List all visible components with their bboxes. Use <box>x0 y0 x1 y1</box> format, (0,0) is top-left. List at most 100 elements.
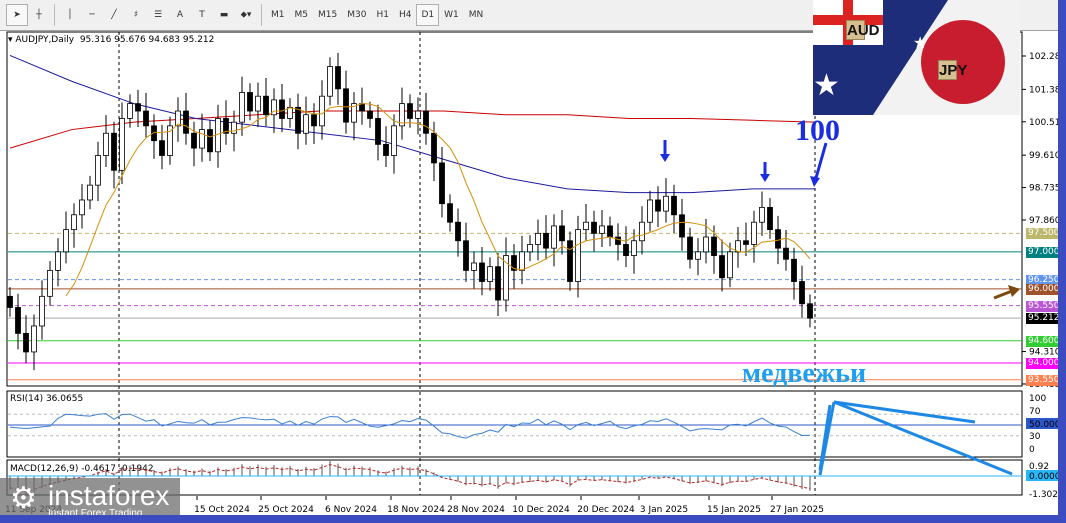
trend-line-tool[interactable]: ╱ <box>103 4 125 26</box>
candle-body <box>559 225 565 242</box>
macd-tick-label: -1.3022 <box>1029 490 1058 500</box>
text-tool[interactable]: A <box>169 4 191 26</box>
timeframe-h4[interactable]: H4 <box>394 4 417 26</box>
price-level-label: 95.550 <box>1026 300 1062 312</box>
candle-body <box>87 184 93 201</box>
candle-body <box>703 236 709 253</box>
gear-icon: ⚙ <box>10 481 37 516</box>
vertical-line-tool[interactable]: │ <box>59 4 81 26</box>
timeframe-m5[interactable]: M5 <box>290 4 314 26</box>
date-label: 28 Nov 2024 <box>447 505 505 515</box>
candle-body <box>183 110 189 134</box>
date-label: 15 Oct 2024 <box>194 505 250 515</box>
candle-body <box>47 269 53 297</box>
timeframe-group: M1 M5 M15 M30 H1 H4 D1 W1 MN <box>266 4 488 26</box>
candle-body <box>807 303 813 319</box>
cursor-tool[interactable]: ➤ <box>6 4 28 26</box>
crosshair-tool[interactable]: ┼ <box>28 4 50 26</box>
ma-period-annotation: 100 <box>795 114 840 147</box>
candle-body <box>71 214 77 231</box>
candle-body <box>479 262 485 282</box>
jpy-tiles: JPY <box>938 60 968 80</box>
candle-body <box>711 236 717 256</box>
candle-body <box>191 132 197 149</box>
price-level-label: 94.600 <box>1026 335 1062 347</box>
chart-title: ▾ AUDJPY,Daily 95.316 95.676 94.683 95.2… <box>8 35 215 45</box>
rsi-tick-label: 70 <box>1029 407 1041 417</box>
price-level-label: 97.500 <box>1026 228 1062 240</box>
date-label: 25 Oct 2024 <box>258 505 314 515</box>
date-label: 20 Dec 2024 <box>577 505 635 515</box>
date-label: 18 Nov 2024 <box>387 505 445 515</box>
candle-body <box>423 110 429 134</box>
symbol-label: AUDJPY,Daily <box>15 35 75 45</box>
ohlc-values: 95.316 95.676 94.683 95.212 <box>79 35 215 45</box>
candle-body <box>671 195 677 216</box>
timeframe-m30[interactable]: M30 <box>342 4 371 26</box>
timeframe-d1[interactable]: D1 <box>416 4 440 26</box>
price-level-label: 96.000 <box>1026 283 1062 295</box>
candle-body <box>367 110 373 119</box>
candle-body <box>119 118 125 171</box>
price-level-label: 94.000 <box>1026 358 1062 370</box>
rsi-title: RSI(14) 36.0655 <box>10 394 83 404</box>
candle-body <box>327 66 333 97</box>
candle-body <box>39 295 45 327</box>
candle-body <box>607 225 613 238</box>
candle-body <box>759 206 765 223</box>
timeframe-m15[interactable]: M15 <box>313 4 342 26</box>
candle-body <box>767 206 773 231</box>
candle-body <box>679 214 685 238</box>
rsi-tick-label: 50.0000 <box>1029 420 1058 430</box>
timeframe-mn[interactable]: MN <box>464 4 489 26</box>
candle-body <box>31 325 37 353</box>
fibo-lines-tool[interactable]: ☰ <box>147 4 169 26</box>
candle-body <box>639 221 645 242</box>
status-bar <box>0 515 1066 523</box>
price-tick-label: 94.310 <box>1029 348 1058 358</box>
date-label: 6 Nov 2024 <box>325 505 377 515</box>
date-label: 27 Jan 2025 <box>770 505 824 515</box>
candle-body <box>799 281 805 305</box>
fibonacci-tool[interactable]: ♯ <box>125 4 147 26</box>
price-level-label: 97.000 <box>1026 246 1062 258</box>
candle-body <box>255 95 261 112</box>
candle-body <box>615 236 621 245</box>
candle-body <box>159 140 165 156</box>
candle-body <box>655 199 661 212</box>
candle-body <box>239 92 245 123</box>
candle-body <box>783 247 789 260</box>
candle-body <box>103 132 109 156</box>
timeframe-h1[interactable]: H1 <box>371 4 394 26</box>
date-label: 15 Jan 2025 <box>707 505 761 515</box>
candle-body <box>535 232 541 245</box>
candle-body <box>743 240 749 245</box>
rectangle-tool[interactable]: ▬ <box>213 4 235 26</box>
rsi-tick-label: 30 <box>1029 432 1041 442</box>
text-label-tool[interactable]: T <box>191 4 213 26</box>
candle-body <box>335 66 341 90</box>
candle-body <box>471 262 477 271</box>
timeframe-m1[interactable]: M1 <box>266 4 290 26</box>
candle-body <box>543 232 549 249</box>
candle-body <box>247 92 253 112</box>
window-border <box>1058 0 1066 523</box>
candle-body <box>15 307 21 334</box>
candle-body <box>143 110 149 127</box>
candle-body <box>199 129 205 149</box>
arrows-tool[interactable]: ⬥▾ <box>235 4 257 26</box>
candle-body <box>343 88 349 123</box>
horizontal-line-tool[interactable]: ─ <box>81 4 103 26</box>
candle-body <box>647 199 653 223</box>
candle-body <box>407 103 413 119</box>
instaforex-logo: ⚙ instaforex Instant Forex Trading <box>0 478 180 520</box>
candle-body <box>727 251 733 279</box>
divider <box>261 4 262 26</box>
timeframe-w1[interactable]: W1 <box>439 4 464 26</box>
candle-body <box>63 229 69 253</box>
candle-body <box>415 110 421 119</box>
macd-tick-label: 0.0000 <box>1029 472 1058 482</box>
candle-body <box>439 162 445 205</box>
macd-tick-label: 0.92 <box>1029 462 1049 472</box>
candle-body <box>447 203 453 223</box>
